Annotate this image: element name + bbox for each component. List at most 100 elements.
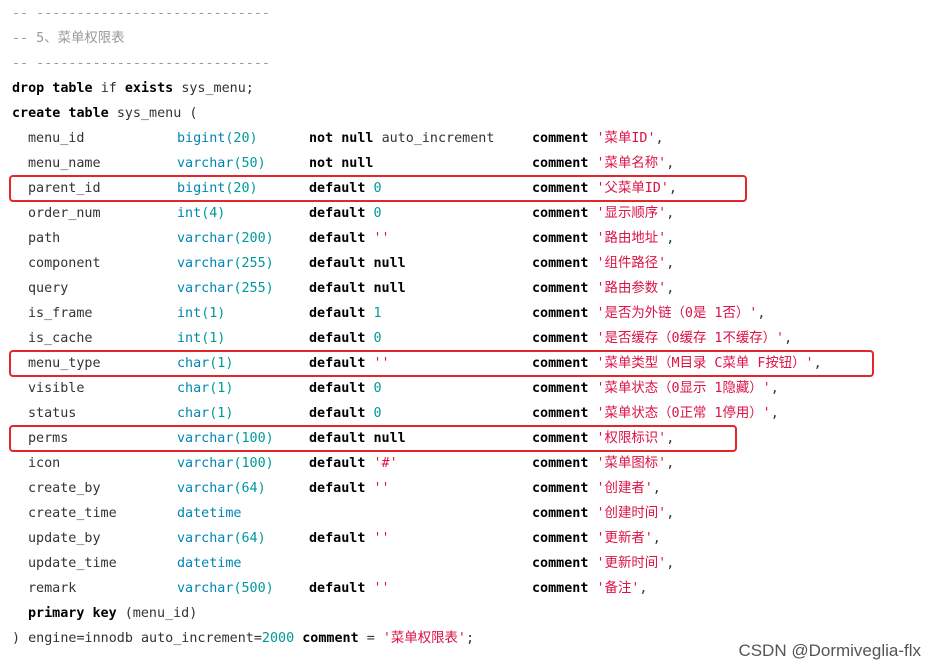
row-separator: , (666, 156, 675, 171)
type-size: (255) (233, 256, 274, 271)
default-value: '#' (373, 456, 398, 471)
default-value: 1 (373, 306, 382, 321)
type-name: datetime (177, 556, 242, 571)
type-name: varchar (177, 481, 234, 496)
engine-clause: ) engine=innodb auto_increment= (12, 631, 262, 646)
type-size: (1) (201, 331, 226, 346)
type-size: (500) (233, 581, 274, 596)
column-type: varchar(50) (177, 151, 266, 176)
comment-text: '菜单状态（0正常 1停用）' (596, 406, 771, 421)
default-keyword: default (309, 181, 366, 196)
type-name: bigint (177, 131, 226, 146)
default-keyword: default (309, 531, 366, 546)
column-type: int(4) (177, 201, 225, 226)
column-row-order-num: order_num int(4) default 0 comment '显示顺序', (0, 201, 935, 226)
column-type: varchar(64) (177, 476, 266, 501)
type-size: (64) (233, 481, 266, 496)
column-default: not null (309, 151, 374, 176)
default-keyword: default (309, 206, 366, 221)
row-separator: , (666, 456, 675, 471)
column-type: char(1) (177, 376, 233, 401)
comment-keyword: comment (532, 306, 589, 321)
comment-text: '菜单名称' (596, 156, 667, 171)
column-name: remark (28, 581, 77, 596)
exists-keyword: exists (124, 81, 174, 96)
type-size: (200) (233, 231, 274, 246)
column-name: menu_name (28, 156, 101, 171)
type-name: varchar (177, 256, 234, 271)
create-keyword: create table (12, 106, 109, 121)
comment-text: '菜单状态（0显示 1隐藏）' (596, 381, 771, 396)
section-title-comment: -- 5、菜单权限表 (12, 31, 125, 46)
comment-text: '是否缓存（0缓存 1不缓存）' (596, 331, 785, 346)
separator-comment-bottom: -- ----------------------------- (12, 56, 270, 71)
column-row-icon: icon varchar(100) default '#' comment '菜单图标… (0, 451, 935, 476)
column-comment: comment '菜单类型（M目录 C菜单 F按钮）', (532, 351, 822, 376)
column-name: update_by (28, 531, 101, 546)
row-separator: , (666, 281, 675, 296)
column-type: int(1) (177, 326, 225, 351)
column-type: int(1) (177, 301, 225, 326)
table-comment-keyword: comment (302, 631, 359, 646)
type-name: varchar (177, 431, 234, 446)
comment-text: '菜单ID' (596, 131, 656, 146)
type-size: (100) (233, 431, 274, 446)
column-row-menu-id: menu_id bigint(20) not null auto_increment… (0, 126, 935, 151)
column-default: default 0 (309, 176, 382, 201)
comment-text: '更新时间' (596, 556, 667, 571)
column-comment: comment '菜单名称', (532, 151, 674, 176)
column-row-perms: perms varchar(100) default null comment '权限… (0, 426, 935, 451)
column-row-component: component varchar(255) default null comment… (0, 251, 935, 276)
primary-key-line: primary key (menu_id) (28, 601, 197, 626)
comment-text: '创建者' (596, 481, 653, 496)
column-comment: comment '备注', (532, 576, 647, 601)
column-default: default 1 (309, 301, 382, 326)
column-default: default null (309, 251, 406, 276)
primary-key-keyword: primary key (28, 606, 117, 621)
default-keyword: default null (309, 256, 406, 271)
column-name: create_time (28, 506, 117, 521)
default-value: 0 (373, 206, 382, 221)
column-default: default '' (309, 476, 390, 501)
column-type: varchar(100) (177, 451, 274, 476)
column-type: varchar(255) (177, 251, 274, 276)
row-separator: , (757, 306, 766, 321)
type-name: int (177, 306, 202, 321)
drop-table-name: sys_menu; (181, 81, 254, 96)
row-separator: , (652, 531, 661, 546)
drop-statement: drop table if exists sys_menu; (12, 76, 254, 101)
default-value: '' (373, 581, 390, 596)
column-comment: comment '父菜单ID', (532, 176, 677, 201)
row-separator: , (666, 431, 675, 446)
comment-keyword: comment (532, 281, 589, 296)
row-separator: , (666, 256, 675, 271)
type-name: char (177, 381, 210, 396)
column-row-path: path varchar(200) default '' comment '路由地址'… (0, 226, 935, 251)
type-size: (4) (201, 206, 226, 221)
column-comment: comment '更新者', (532, 526, 661, 551)
column-row-is-frame: is_frame int(1) default 1 comment '是否为外链（0是… (0, 301, 935, 326)
type-name: varchar (177, 456, 234, 471)
column-comment: comment '菜单ID', (532, 126, 664, 151)
column-name: order_num (28, 206, 101, 221)
comment-keyword: comment (532, 431, 589, 446)
row-separator: , (666, 231, 675, 246)
separator-comment-top: -- ----------------------------- (12, 6, 270, 21)
column-comment: comment '路由参数', (532, 276, 674, 301)
column-name: menu_type (28, 356, 101, 371)
column-default: default null (309, 426, 406, 451)
type-size: (64) (233, 531, 266, 546)
column-row-update-time: update_time datetime comment '更新时间', (0, 551, 935, 576)
row-separator: , (770, 381, 779, 396)
type-size: (50) (233, 156, 266, 171)
column-comment: comment '菜单状态（0显示 1隐藏）', (532, 376, 779, 401)
column-default: default '' (309, 576, 390, 601)
comment-keyword: comment (532, 531, 589, 546)
type-name: int (177, 331, 202, 346)
comment-keyword: comment (532, 331, 589, 346)
column-name: parent_id (28, 181, 101, 196)
default-keyword: not null (309, 131, 374, 146)
column-type: char(1) (177, 351, 233, 376)
type-size: (1) (209, 406, 234, 421)
column-name: query (28, 281, 69, 296)
